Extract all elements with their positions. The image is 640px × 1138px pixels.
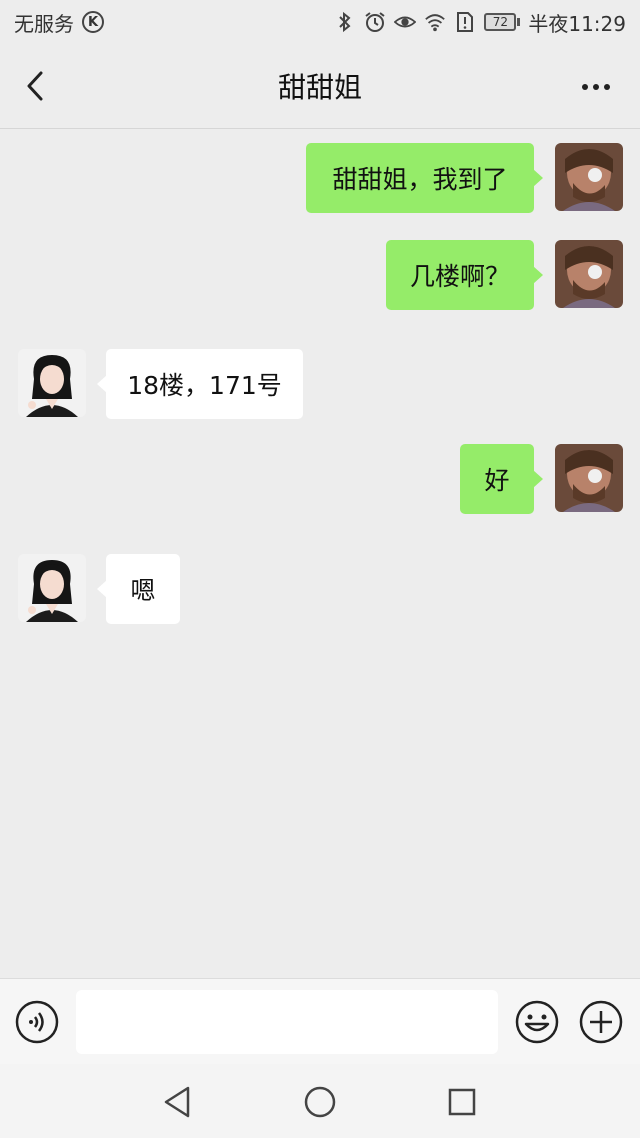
emoji-icon (515, 1000, 559, 1044)
nav-recents-icon (448, 1088, 476, 1116)
system-navigation-bar (0, 1064, 640, 1138)
voice-input-button[interactable] (15, 1000, 59, 1044)
message-bubble-sent[interactable]: 甜甜姐，我到了 (306, 143, 543, 213)
more-options-button[interactable] (576, 72, 616, 102)
back-arrow-icon (27, 71, 43, 101)
carrier-label: 无服务 (14, 11, 74, 36)
more-dot (593, 84, 599, 90)
voice-icon (15, 1000, 59, 1044)
status-bar: 无服务 K 72 半夜11:29 (0, 0, 640, 44)
alarm-icon (364, 11, 386, 33)
contact-avatar[interactable] (18, 554, 86, 622)
k-badge-icon: K (82, 11, 104, 33)
plus-icon (579, 1000, 623, 1044)
chat-title: 甜甜姐 (277, 71, 362, 104)
nav-home-icon (304, 1086, 336, 1118)
emoji-button[interactable] (514, 999, 560, 1045)
status-right: 72 半夜11:29 (334, 8, 626, 37)
more-dot (582, 84, 588, 90)
my-avatar[interactable] (555, 240, 623, 308)
chat-header: 甜甜姐 (0, 44, 640, 129)
bluetooth-icon (334, 11, 356, 33)
back-button[interactable] (18, 66, 52, 106)
battery-icon: 72 (484, 13, 521, 31)
nav-home-button[interactable] (300, 1082, 340, 1122)
message-input[interactable] (76, 990, 498, 1054)
more-dot (604, 84, 610, 90)
input-bar (0, 978, 640, 1064)
battery-level: 72 (484, 13, 517, 31)
contact-avatar[interactable] (18, 349, 86, 417)
nav-back-icon (164, 1086, 190, 1118)
more-functions-button[interactable] (578, 999, 624, 1045)
nav-back-button[interactable] (158, 1082, 198, 1122)
status-left: 无服务 K (14, 8, 104, 37)
eye-icon (394, 11, 417, 33)
nav-recents-button[interactable] (442, 1082, 482, 1122)
message-bubble-received[interactable]: 嗯 (97, 554, 180, 624)
wifi-icon (424, 11, 446, 33)
sim-alert-icon (454, 11, 476, 33)
my-avatar[interactable] (555, 444, 623, 512)
my-avatar[interactable] (555, 143, 623, 211)
message-bubble-sent[interactable]: 好 (460, 444, 543, 514)
status-time: 半夜11:29 (528, 11, 626, 36)
message-bubble-sent[interactable]: 几楼啊？ (386, 240, 543, 310)
message-bubble-received[interactable]: 18楼，171号 (97, 349, 303, 419)
